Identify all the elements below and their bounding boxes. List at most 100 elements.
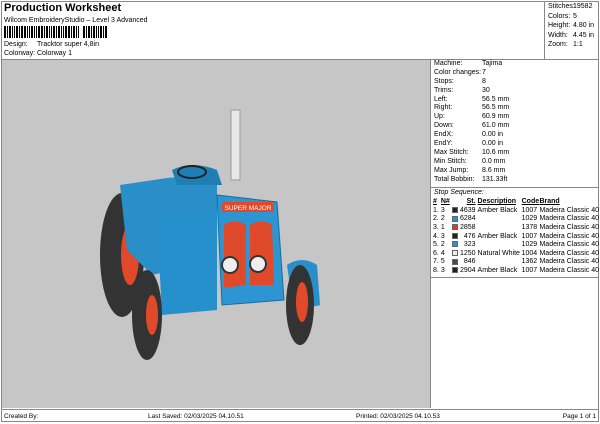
row-stitches: 1250 — [459, 249, 476, 257]
barcode-bar — [88, 26, 90, 38]
barcode-bar — [41, 26, 43, 38]
barcode-bar — [63, 26, 64, 38]
info-row: Down: 61.0 mm — [431, 122, 599, 131]
barcode-bar — [61, 26, 62, 38]
row-needle: 3 — [440, 232, 445, 240]
row-code: 1029 — [521, 241, 538, 249]
info-row: Max Jump: 8.6 mm — [431, 167, 599, 176]
info-label: Up: — [434, 113, 445, 121]
color-swatch — [452, 241, 459, 248]
col-needle: N# — [440, 198, 450, 206]
color-swatch — [452, 249, 459, 256]
info-row: Max Stitch: 10.6 mm — [431, 149, 599, 158]
info-value: 0.0 mm — [482, 157, 506, 165]
stat-row: Height: 4.80 in — [548, 22, 599, 32]
row-needle: 2 — [440, 215, 445, 223]
row-code: 1029 — [521, 215, 538, 223]
row-stitches: 846 — [463, 258, 476, 266]
table-row: 5. 2 323 1029 Madeira Classic 40 — [433, 240, 599, 249]
row-brand: Madeira Classic 40 — [539, 206, 599, 214]
stat-row: Stitches: 19582 — [548, 3, 599, 13]
info-row: Up: 60.9 mm — [431, 113, 599, 122]
info-label: Left: — [434, 95, 448, 103]
info-value: 60.9 mm — [482, 113, 510, 121]
row-index: 1. — [433, 206, 439, 214]
barcode-bar — [38, 26, 40, 38]
barcode-bar — [96, 26, 97, 38]
barcode-bar — [93, 26, 95, 38]
last-saved: Last Saved: 02/03/2025 04.10.51 — [148, 412, 244, 420]
info-label: Max Stitch: — [434, 148, 469, 156]
barcode-bar — [56, 26, 57, 38]
col-stitches: St. — [466, 198, 476, 206]
barcode-bar — [4, 26, 6, 38]
stat-value: 4.45 in — [573, 31, 595, 39]
barcode-bar — [78, 26, 79, 38]
row-brand: Madeira Classic 40 — [539, 232, 599, 240]
info-value: 10.6 mm — [482, 148, 510, 156]
stat-row: Zoom: 1:1 — [548, 41, 599, 51]
barcode-bar — [76, 26, 77, 38]
row-needle: 3 — [440, 267, 445, 275]
row-stitches: 476 — [463, 232, 476, 240]
row-needle: 5 — [440, 258, 445, 266]
barcode-bar — [49, 26, 50, 38]
stat-label: Colors: — [548, 12, 571, 20]
barcode-bar — [83, 26, 85, 38]
stat-value: 4.80 in — [573, 22, 595, 29]
row-brand: Madeira Classic 40 — [539, 258, 599, 266]
info-row: Color changes: 7 — [431, 69, 599, 78]
color-swatch — [452, 215, 459, 222]
colorway-row: Colorway: Colorway 1 — [4, 50, 72, 57]
row-index: 7. — [433, 258, 439, 266]
barcode-bar — [16, 26, 18, 38]
barcode-bar — [105, 26, 107, 38]
row-index: 3. — [433, 224, 439, 232]
colorway-name: Colorway 1 — [37, 50, 73, 57]
row-stitches: 4639 — [459, 206, 476, 214]
row-code: 1007 — [521, 206, 538, 214]
row-description — [476, 258, 522, 267]
color-swatch — [452, 258, 459, 265]
row-brand: Madeira Classic 40 — [539, 215, 599, 223]
divider — [431, 276, 599, 278]
stop-sequence-title: Stop Sequence: — [431, 187, 599, 197]
stat-value: 5 — [573, 12, 577, 20]
barcode-bar — [103, 26, 104, 38]
info-row: Min Stitch: 0.0 mm — [431, 158, 599, 167]
color-swatch — [452, 207, 459, 214]
info-value: 8 — [482, 77, 486, 85]
row-code: 1362 — [521, 258, 538, 266]
barcode-bar — [21, 26, 23, 38]
color-swatch — [452, 232, 459, 239]
row-index: 6. — [433, 249, 439, 257]
barcode-bar — [98, 26, 99, 38]
info-label: Machine: — [434, 60, 463, 67]
barcode-bar — [68, 26, 70, 38]
row-brand: Madeira Classic 40 — [539, 241, 599, 249]
created-by: Created By: — [4, 412, 39, 420]
barcode-bar — [24, 26, 26, 38]
barcode-bar — [46, 26, 48, 38]
barcode-bar — [91, 26, 92, 38]
printed-date: Printed: 02/03/2025 04.10.53 — [356, 412, 440, 420]
row-index: 4. — [433, 232, 439, 240]
info-row: EndX: 0.00 in — [431, 131, 599, 140]
info-value: 0.00 in — [482, 131, 504, 139]
stat-label: Stitches: — [548, 3, 575, 10]
barcode-bar — [100, 26, 102, 38]
design-preview: SUPER MAJOR — [2, 60, 430, 408]
table-row: 8. 3 2904 Amber Black 1007 Madeira Classic 40 — [433, 266, 599, 275]
row-code: 1007 — [521, 232, 538, 240]
info-row: Total Bobbin: 131.33ft — [431, 176, 599, 185]
stop-sequence-table: # N# St. Description Code Brand 1. 3 4639 A… — [433, 197, 599, 274]
col-brand: Brand — [539, 198, 560, 206]
barcode — [4, 26, 156, 38]
grille-right — [250, 221, 274, 285]
info-label: Max Jump: — [434, 166, 469, 174]
engine-block — [157, 210, 217, 315]
barcode-bar — [73, 26, 75, 38]
info-row: Stops: 8 — [431, 78, 599, 87]
info-value: 56.5 mm — [482, 95, 510, 103]
row-needle: 4 — [440, 249, 445, 257]
